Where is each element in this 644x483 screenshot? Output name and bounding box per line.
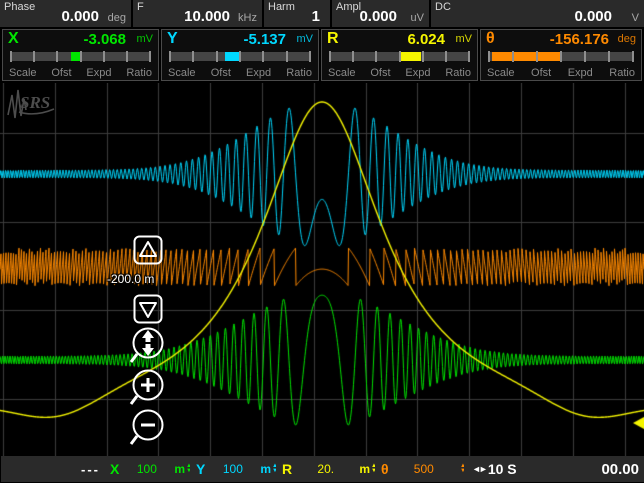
param-unit: uV xyxy=(411,12,424,24)
triangle-up-icon xyxy=(140,242,156,256)
channel-letter: X xyxy=(8,30,19,48)
magnifier-handle-icon xyxy=(131,354,137,362)
arrow-down-icon xyxy=(142,344,154,356)
svg-text:SRS: SRS xyxy=(20,93,50,112)
srs-logo: SRS xyxy=(5,87,59,121)
triangle-down-icon xyxy=(140,303,156,317)
param-value: 0.000 xyxy=(574,8,612,25)
param-label: Ampl xyxy=(336,1,361,13)
scale-letter: Y xyxy=(196,461,205,477)
menu-expd[interactable]: Expd xyxy=(86,67,111,79)
menu-ratio[interactable]: Ratio xyxy=(609,67,635,79)
magnifier-handle-icon xyxy=(131,436,137,444)
pan-up-button[interactable] xyxy=(133,235,163,265)
vertical-zoom-button[interactable] xyxy=(128,326,168,368)
y-scale-cell[interactable]: Y 100 m ▲▼ xyxy=(190,456,284,482)
channel-unit: mV xyxy=(456,33,473,45)
channel-meter xyxy=(489,52,633,61)
strip-chart: SRS -200.0 m xyxy=(0,83,644,456)
pan-down-button[interactable] xyxy=(133,294,163,324)
channel-x-panel[interactable]: X -3.068 mV Scale Ofst Expd Ratio xyxy=(2,29,159,81)
param-phase[interactable]: Phase 0.000 deg xyxy=(0,0,131,27)
menu-ofst[interactable]: Ofst xyxy=(211,67,231,79)
param-label: Harm xyxy=(268,1,295,13)
menu-scale[interactable]: Scale xyxy=(328,67,356,79)
channel-unit: deg xyxy=(618,33,636,45)
param-value: 10.000 xyxy=(184,8,230,25)
scale-unit: m xyxy=(359,462,370,476)
channel-r-panel[interactable]: R 6.024 mV Scale Ofst Expd Ratio xyxy=(321,29,478,81)
meter-indicator xyxy=(225,52,240,61)
scale-value: 20. xyxy=(317,462,334,476)
menu-expd[interactable]: Expd xyxy=(568,67,593,79)
menu-scale[interactable]: Scale xyxy=(168,67,196,79)
arrow-up-icon xyxy=(142,330,154,342)
zoom-in-button[interactable] xyxy=(128,368,168,410)
clock-readout: 00.00 xyxy=(601,461,639,478)
scale-letter: R xyxy=(282,461,292,477)
chart-canvas[interactable] xyxy=(0,83,644,456)
menu-expd[interactable]: Expd xyxy=(405,67,430,79)
menu-ratio[interactable]: Ratio xyxy=(126,67,152,79)
theta-scale-cell[interactable]: θ 500 ▲▼ xyxy=(375,456,472,482)
param-unit: deg xyxy=(108,12,126,24)
channel-letter: R xyxy=(327,30,339,48)
scale-unit: m xyxy=(260,462,271,476)
param-frequency[interactable]: F 10.000 kHz xyxy=(133,0,262,27)
param-label: F xyxy=(137,1,144,13)
scale-value: 100 xyxy=(223,462,243,476)
display-mode-cell[interactable]: --- xyxy=(1,456,110,482)
channel-value: -5.137 xyxy=(243,31,286,48)
param-unit: kHz xyxy=(238,12,257,24)
param-value: 0.000 xyxy=(61,8,99,25)
menu-ofst[interactable]: Ofst xyxy=(51,67,71,79)
horizontal-arrows-icon: ◄► xyxy=(472,464,486,474)
param-unit: V xyxy=(632,12,639,24)
magnifier-handle-icon xyxy=(131,396,137,404)
timebase-cell[interactable]: ◄► 10 S 00.00 xyxy=(464,456,644,482)
channel-unit: mV xyxy=(137,33,154,45)
menu-scale[interactable]: Scale xyxy=(487,67,515,79)
display-mode: --- xyxy=(81,462,100,477)
param-value: 1 xyxy=(312,8,320,25)
zoom-out-button[interactable] xyxy=(128,408,168,450)
channel-meter xyxy=(330,52,469,61)
meter-indicator xyxy=(400,52,422,61)
menu-scale[interactable]: Scale xyxy=(9,67,37,79)
x-scale-cell[interactable]: X 100 m ▲▼ xyxy=(104,456,198,482)
menu-ofst[interactable]: Ofst xyxy=(370,67,390,79)
menu-expd[interactable]: Expd xyxy=(246,67,271,79)
param-value: 0.000 xyxy=(359,8,397,25)
scale-letter: X xyxy=(110,461,119,477)
channel-value: 6.024 xyxy=(407,31,445,48)
menu-ratio[interactable]: Ratio xyxy=(286,67,312,79)
channel-meter xyxy=(170,52,310,61)
param-label: Phase xyxy=(4,1,35,13)
channel-meter xyxy=(11,52,150,61)
channel-value: -156.176 xyxy=(550,31,609,48)
channel-letter: θ xyxy=(486,30,495,48)
menu-ratio[interactable]: Ratio xyxy=(445,67,471,79)
timebase-value: 10 S xyxy=(488,461,517,477)
param-harmonic[interactable]: Harm 1 xyxy=(264,0,330,27)
scale-value: 100 xyxy=(137,462,157,476)
scale-value: 500 xyxy=(414,462,434,476)
channel-letter: Y xyxy=(167,30,178,48)
scale-letter: θ xyxy=(381,461,389,477)
channel-value: -3.068 xyxy=(83,31,126,48)
r-scale-cell[interactable]: R 20. m ▲▼ xyxy=(276,456,383,482)
channel-y-panel[interactable]: Y -5.137 mV Scale Ofst Expd Ratio xyxy=(161,29,319,81)
offset-readout: -200.0 m xyxy=(107,272,154,286)
param-amplitude[interactable]: Ampl 0.000 uV xyxy=(332,0,429,27)
channel-theta-panel[interactable]: θ -156.176 deg Scale Ofst Expd Ratio xyxy=(480,29,642,81)
scale-unit: m xyxy=(174,462,185,476)
param-label: DC xyxy=(435,1,451,13)
menu-ofst[interactable]: Ofst xyxy=(531,67,551,79)
param-dc-offset[interactable]: DC 0.000 V xyxy=(431,0,644,27)
channel-unit: mV xyxy=(297,33,314,45)
meter-indicator xyxy=(492,52,560,61)
lockin-display: Phase 0.000 deg F 10.000 kHz Harm 1 Ampl… xyxy=(0,0,644,483)
